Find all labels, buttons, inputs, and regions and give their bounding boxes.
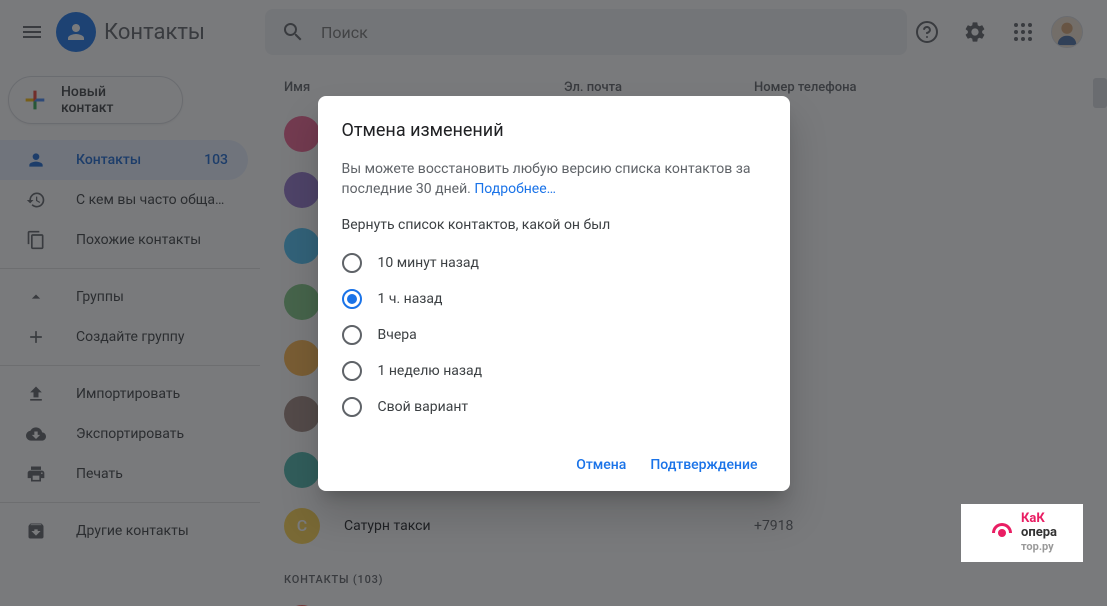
cancel-button[interactable]: Отмена	[568, 449, 634, 481]
radio-label: 1 ч. назад	[378, 291, 443, 307]
radio-option-4[interactable]: Свой вариант	[342, 389, 766, 425]
radio-icon	[342, 325, 362, 345]
radio-label: Вчера	[378, 327, 417, 343]
radio-group-label: Вернуть список контактов, какой он был	[342, 217, 766, 233]
confirm-button[interactable]: Подтверждение	[642, 449, 765, 481]
radio-icon	[342, 397, 362, 417]
dialog-title: Отмена изменений	[342, 120, 766, 141]
radio-icon	[342, 253, 362, 273]
radio-option-3[interactable]: 1 неделю назад	[342, 353, 766, 389]
modal-overlay[interactable]: Отмена изменений Вы можете восстановить …	[0, 0, 1107, 606]
undo-changes-dialog: Отмена изменений Вы можете восстановить …	[318, 96, 790, 491]
radio-option-1[interactable]: 1 ч. назад	[342, 281, 766, 317]
radio-option-0[interactable]: 10 минут назад	[342, 245, 766, 281]
radio-label: 1 неделю назад	[378, 363, 483, 379]
learn-more-link[interactable]: Подробнее…	[474, 181, 556, 197]
radio-group: 10 минут назад 1 ч. назад Вчера 1 неделю на…	[342, 245, 766, 425]
radio-option-2[interactable]: Вчера	[342, 317, 766, 353]
radio-label: 10 минут назад	[378, 255, 479, 271]
radio-label: Свой вариант	[378, 399, 469, 415]
radio-icon	[342, 289, 362, 309]
radio-icon	[342, 361, 362, 381]
dialog-body: Вы можете восстановить любую версию спис…	[342, 159, 766, 199]
watermark: КаК опера тор.ру	[961, 504, 1083, 562]
